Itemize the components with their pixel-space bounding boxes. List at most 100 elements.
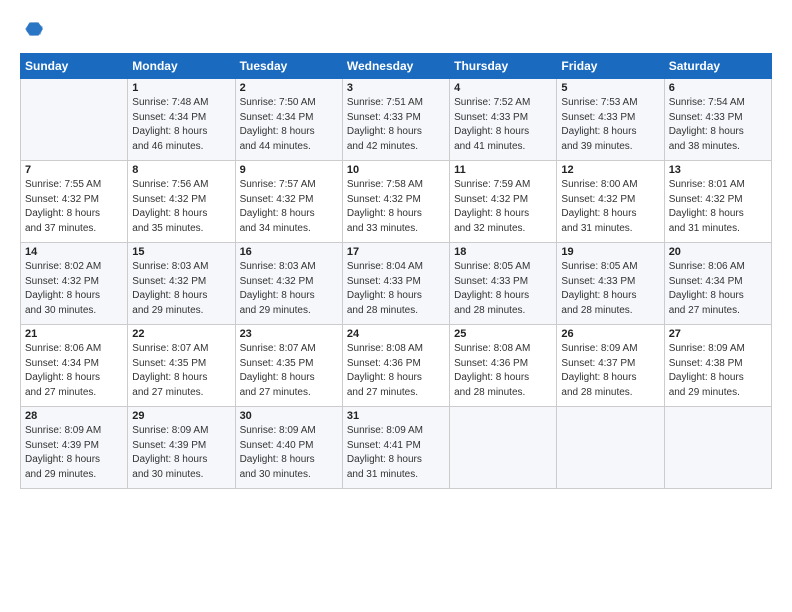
day-info: Sunrise: 8:09 AM Sunset: 4:39 PM Dayligh… [132,424,230,482]
week-row-2: 7 Sunrise: 7:55 AM Sunset: 4:32 PM Daylig… [21,161,772,243]
day-number: 11 [454,164,552,176]
cell-3-5: 18 Sunrise: 8:05 AM Sunset: 4:33 PM Dayli… [450,243,557,325]
logo-icon [22,18,44,40]
logo [20,18,44,45]
day-info: Sunrise: 8:09 AM Sunset: 4:37 PM Dayligh… [561,342,659,400]
cell-5-5 [450,407,557,489]
col-header-wednesday: Wednesday [342,54,449,79]
day-number: 7 [25,164,123,176]
day-info: Sunrise: 8:09 AM Sunset: 4:38 PM Dayligh… [669,342,767,400]
day-info: Sunrise: 8:04 AM Sunset: 4:33 PM Dayligh… [347,260,445,318]
day-number: 26 [561,328,659,340]
cell-2-6: 12Sunrise: 8:00 AM Sunset: 4:32 PM Dayli… [557,161,664,243]
col-header-monday: Monday [128,54,235,79]
cell-2-1: 7 Sunrise: 7:55 AM Sunset: 4:32 PM Daylig… [21,161,128,243]
day-number: 16 [240,246,338,258]
day-number: 31 [347,410,445,422]
day-number: 18 [454,246,552,258]
cell-2-7: 13 Sunrise: 8:01 AM Sunset: 4:32 PM Dayli… [664,161,771,243]
week-row-1: 1 Sunrise: 7:48 AM Sunset: 4:34 PM Daylig… [21,79,772,161]
day-number: 5 [561,82,659,94]
day-info: Sunrise: 7:56 AM Sunset: 4:32 PM Dayligh… [132,178,230,236]
day-info: Sunrise: 7:54 AM Sunset: 4:33 PM Dayligh… [669,96,767,154]
day-info: Sunrise: 7:51 AM Sunset: 4:33 PM Dayligh… [347,96,445,154]
cell-5-7 [664,407,771,489]
header [20,18,772,45]
week-row-4: 21 Sunrise: 8:06 AM Sunset: 4:34 PM Dayli… [21,325,772,407]
day-number: 6 [669,82,767,94]
day-number: 28 [25,410,123,422]
week-row-3: 14 Sunrise: 8:02 AM Sunset: 4:32 PM Dayli… [21,243,772,325]
day-info: Sunrise: 8:01 AM Sunset: 4:32 PM Dayligh… [669,178,767,236]
day-number: 4 [454,82,552,94]
col-header-friday: Friday [557,54,664,79]
cell-4-2: 22 Sunrise: 8:07 AM Sunset: 4:35 PM Dayli… [128,325,235,407]
cell-3-2: 15Sunrise: 8:03 AM Sunset: 4:32 PM Dayli… [128,243,235,325]
day-info: Sunrise: 8:09 AM Sunset: 4:40 PM Dayligh… [240,424,338,482]
cell-1-3: 2 Sunrise: 7:50 AM Sunset: 4:34 PM Daylig… [235,79,342,161]
day-info: Sunrise: 7:55 AM Sunset: 4:32 PM Dayligh… [25,178,123,236]
cell-3-1: 14 Sunrise: 8:02 AM Sunset: 4:32 PM Dayli… [21,243,128,325]
day-number: 21 [25,328,123,340]
cell-3-6: 19 Sunrise: 8:05 AM Sunset: 4:33 PM Dayli… [557,243,664,325]
day-info: Sunrise: 8:06 AM Sunset: 4:34 PM Dayligh… [25,342,123,400]
cell-5-4: 31 Sunrise: 8:09 AM Sunset: 4:41 PM Dayli… [342,407,449,489]
cell-5-2: 29 Sunrise: 8:09 AM Sunset: 4:39 PM Dayli… [128,407,235,489]
day-number: 19 [561,246,659,258]
day-info: Sunrise: 8:07 AM Sunset: 4:35 PM Dayligh… [132,342,230,400]
cell-5-3: 30Sunrise: 8:09 AM Sunset: 4:40 PM Dayli… [235,407,342,489]
day-info: Sunrise: 8:09 AM Sunset: 4:41 PM Dayligh… [347,424,445,482]
day-number: 9 [240,164,338,176]
day-info: Sunrise: 8:08 AM Sunset: 4:36 PM Dayligh… [454,342,552,400]
cell-4-1: 21 Sunrise: 8:06 AM Sunset: 4:34 PM Dayli… [21,325,128,407]
col-header-sunday: Sunday [21,54,128,79]
day-info: Sunrise: 8:00 AM Sunset: 4:32 PM Dayligh… [561,178,659,236]
day-info: Sunrise: 7:52 AM Sunset: 4:33 PM Dayligh… [454,96,552,154]
day-info: Sunrise: 8:02 AM Sunset: 4:32 PM Dayligh… [25,260,123,318]
day-number: 29 [132,410,230,422]
cell-3-7: 20Sunrise: 8:06 AM Sunset: 4:34 PM Dayli… [664,243,771,325]
day-info: Sunrise: 8:08 AM Sunset: 4:36 PM Dayligh… [347,342,445,400]
week-row-5: 28 Sunrise: 8:09 AM Sunset: 4:39 PM Dayli… [21,407,772,489]
day-number: 15 [132,246,230,258]
cell-2-3: 9 Sunrise: 7:57 AM Sunset: 4:32 PM Daylig… [235,161,342,243]
day-info: Sunrise: 7:53 AM Sunset: 4:33 PM Dayligh… [561,96,659,154]
day-info: Sunrise: 7:48 AM Sunset: 4:34 PM Dayligh… [132,96,230,154]
day-number: 8 [132,164,230,176]
cell-5-6 [557,407,664,489]
cell-2-2: 8 Sunrise: 7:56 AM Sunset: 4:32 PM Daylig… [128,161,235,243]
day-info: Sunrise: 8:09 AM Sunset: 4:39 PM Dayligh… [25,424,123,482]
day-number: 17 [347,246,445,258]
cell-2-5: 11Sunrise: 7:59 AM Sunset: 4:32 PM Dayli… [450,161,557,243]
day-number: 2 [240,82,338,94]
cell-4-7: 27Sunrise: 8:09 AM Sunset: 4:38 PM Dayli… [664,325,771,407]
col-header-saturday: Saturday [664,54,771,79]
cell-4-3: 23Sunrise: 8:07 AM Sunset: 4:35 PM Dayli… [235,325,342,407]
cell-5-1: 28 Sunrise: 8:09 AM Sunset: 4:39 PM Dayli… [21,407,128,489]
cell-4-4: 24Sunrise: 8:08 AM Sunset: 4:36 PM Dayli… [342,325,449,407]
day-number: 13 [669,164,767,176]
col-header-tuesday: Tuesday [235,54,342,79]
page-container: SundayMondayTuesdayWednesdayThursdayFrid… [0,0,792,499]
cell-2-4: 10Sunrise: 7:58 AM Sunset: 4:32 PM Dayli… [342,161,449,243]
col-header-thursday: Thursday [450,54,557,79]
cell-1-5: 4 Sunrise: 7:52 AM Sunset: 4:33 PM Daylig… [450,79,557,161]
day-info: Sunrise: 8:03 AM Sunset: 4:32 PM Dayligh… [240,260,338,318]
cell-3-3: 16 Sunrise: 8:03 AM Sunset: 4:32 PM Dayli… [235,243,342,325]
day-number: 3 [347,82,445,94]
day-info: Sunrise: 7:57 AM Sunset: 4:32 PM Dayligh… [240,178,338,236]
day-info: Sunrise: 7:50 AM Sunset: 4:34 PM Dayligh… [240,96,338,154]
day-info: Sunrise: 8:05 AM Sunset: 4:33 PM Dayligh… [561,260,659,318]
day-number: 25 [454,328,552,340]
cell-1-6: 5 Sunrise: 7:53 AM Sunset: 4:33 PM Daylig… [557,79,664,161]
day-number: 1 [132,82,230,94]
cell-1-2: 1 Sunrise: 7:48 AM Sunset: 4:34 PM Daylig… [128,79,235,161]
cell-1-7: 6 Sunrise: 7:54 AM Sunset: 4:33 PM Daylig… [664,79,771,161]
cell-4-6: 26 Sunrise: 8:09 AM Sunset: 4:37 PM Dayli… [557,325,664,407]
day-number: 22 [132,328,230,340]
day-info: Sunrise: 8:05 AM Sunset: 4:33 PM Dayligh… [454,260,552,318]
day-number: 10 [347,164,445,176]
cell-1-4: 3 Sunrise: 7:51 AM Sunset: 4:33 PM Daylig… [342,79,449,161]
day-info: Sunrise: 8:07 AM Sunset: 4:35 PM Dayligh… [240,342,338,400]
day-number: 14 [25,246,123,258]
